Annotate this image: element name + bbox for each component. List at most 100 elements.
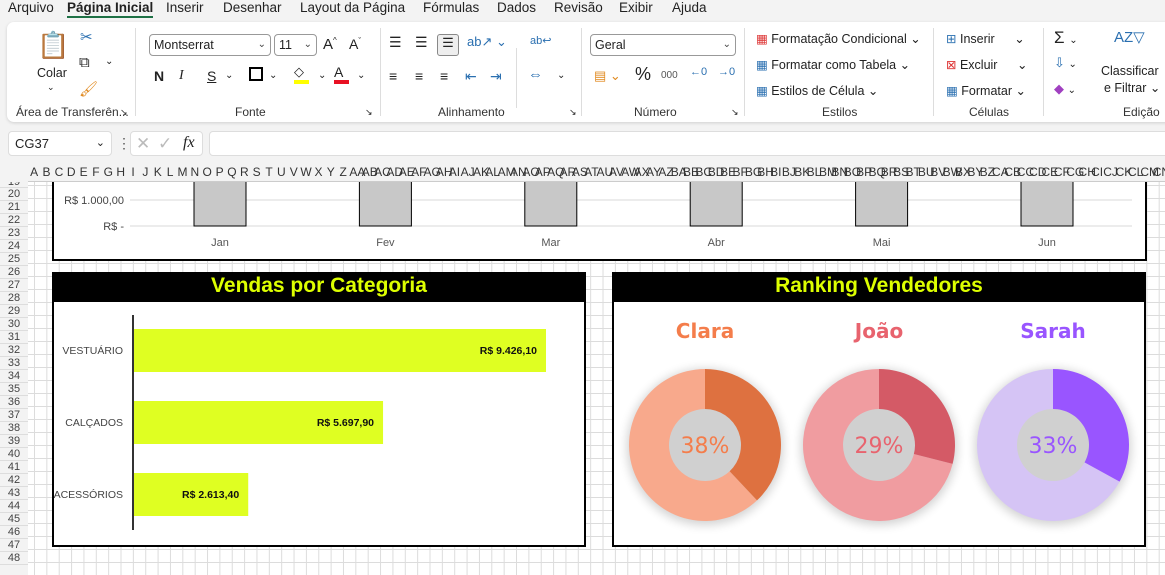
row-header[interactable]: 40 (0, 448, 28, 461)
column-header[interactable]: BF (732, 163, 747, 181)
align-left-icon[interactable]: ≡ (389, 68, 397, 84)
column-header[interactable]: CF (1054, 163, 1070, 181)
column-header[interactable]: Z (337, 163, 349, 181)
column-header[interactable]: AC (374, 163, 391, 181)
column-header[interactable]: B (40, 163, 52, 181)
column-header[interactable]: BS (893, 163, 909, 181)
column-header[interactable]: AJ (461, 163, 475, 181)
column-header[interactable]: BX (955, 163, 971, 181)
row-header[interactable]: 47 (0, 539, 28, 552)
shrink-font-icon[interactable]: Aˇ (349, 36, 361, 52)
fill-color-icon[interactable]: ◇ (294, 64, 309, 84)
column-header[interactable]: BE (720, 163, 736, 181)
column-header[interactable]: CK (1116, 163, 1133, 181)
merge-center-icon[interactable]: ⇔ (528, 66, 543, 83)
column-header[interactable]: BP (856, 163, 872, 181)
borders-icon[interactable] (249, 67, 263, 81)
italic-button[interactable]: I (179, 68, 184, 84)
paste-chevron-icon[interactable]: ⌄ (47, 82, 55, 93)
column-header[interactable]: CN (1153, 163, 1165, 181)
align-top-icon[interactable]: ☰ (389, 34, 402, 51)
align-right-icon[interactable]: ≡ (440, 68, 448, 84)
dialog-launcher-icon[interactable]: ↘ (365, 107, 373, 118)
column-header[interactable]: AU (597, 163, 614, 181)
column-header[interactable]: CG (1066, 163, 1084, 181)
borders-chevron-icon[interactable]: ⌄ (269, 70, 277, 81)
decrease-indent-icon[interactable]: ⇤ (465, 68, 477, 85)
paste-button[interactable]: Colar (37, 66, 67, 80)
menu-tab-8[interactable]: Exibir (619, 0, 653, 16)
row-header[interactable]: 23 (0, 227, 28, 240)
underline-chevron-icon[interactable]: ⌄ (225, 70, 233, 81)
column-header[interactable]: AA (349, 163, 365, 181)
column-header[interactable]: BD (708, 163, 725, 181)
column-header[interactable]: BR (881, 163, 898, 181)
row-header[interactable]: 42 (0, 474, 28, 487)
column-header[interactable]: AQ (547, 163, 564, 181)
name-box[interactable]: CG37 ⌄ (8, 131, 112, 156)
row-header[interactable]: 38 (0, 422, 28, 435)
row-header[interactable]: 33 (0, 357, 28, 370)
column-header[interactable]: CH (1079, 163, 1096, 181)
row-header[interactable]: 22 (0, 214, 28, 227)
row-header[interactable]: 27 (0, 279, 28, 292)
font-name-select[interactable]: Montserrat ⌄ (149, 34, 271, 56)
column-header[interactable]: AG (424, 163, 441, 181)
row-header[interactable]: 26 (0, 266, 28, 279)
column-header[interactable]: AK (473, 163, 489, 181)
fill-icon[interactable]: ⇩ ⌄ (1054, 55, 1077, 71)
row-header[interactable]: 21 (0, 201, 28, 214)
menu-tab-4[interactable]: Layout da Página (300, 0, 405, 16)
menu-tab-7[interactable]: Revisão (554, 0, 603, 16)
column-header[interactable]: AX (634, 163, 650, 181)
format-cells-button[interactable]: ▦ Formatar ⌄ (946, 83, 1026, 98)
column-header[interactable]: O (201, 163, 213, 181)
column-header[interactable]: D (65, 163, 77, 181)
column-header[interactable]: CE (1041, 163, 1058, 181)
column-header[interactable]: F (90, 163, 102, 181)
row-header[interactable]: 44 (0, 500, 28, 513)
number-format-select[interactable]: Geral ⌄ (590, 34, 736, 56)
column-header[interactable]: AL (485, 163, 500, 181)
column-header[interactable]: AB (362, 163, 378, 181)
align-center-icon[interactable]: ≡ (415, 68, 423, 84)
column-header[interactable]: BB (683, 163, 699, 181)
column-header[interactable]: V (288, 163, 300, 181)
sort-filter-button-line2[interactable]: e Filtrar ⌄ (1104, 80, 1160, 95)
column-header[interactable]: AN (510, 163, 527, 181)
column-header[interactable]: BW (943, 163, 962, 181)
row-header[interactable]: 48 (0, 552, 28, 565)
sort-filter-button[interactable]: Classificar (1101, 64, 1159, 78)
column-header[interactable]: U (275, 163, 287, 181)
cell-styles-button[interactable]: ▦ Estilos de Célula ⌄ (756, 83, 878, 98)
merge-chevron-icon[interactable]: ⌄ (557, 70, 565, 81)
menu-tab-3[interactable]: Desenhar (223, 0, 282, 16)
row-header[interactable]: 35 (0, 383, 28, 396)
select-all-corner[interactable] (0, 163, 28, 182)
column-header[interactable]: BZ (980, 163, 995, 181)
menu-tab-1[interactable]: Página Inicial (67, 0, 154, 18)
column-header[interactable]: K (152, 163, 164, 181)
column-header[interactable]: BG (745, 163, 762, 181)
column-header[interactable]: AO (522, 163, 539, 181)
column-header[interactable]: AS (572, 163, 588, 181)
row-header[interactable]: 31 (0, 331, 28, 344)
align-bottom-icon[interactable]: ☰ (437, 34, 459, 56)
copy-chevron-icon[interactable]: ⌄ (105, 56, 113, 67)
row-header[interactable]: 46 (0, 526, 28, 539)
underline-button[interactable]: S (207, 68, 216, 84)
column-header[interactable]: CD (1029, 163, 1046, 181)
column-header[interactable]: BA (671, 163, 687, 181)
column-header[interactable]: CM (1140, 163, 1159, 181)
row-header[interactable]: 20 (0, 188, 28, 201)
autosum-icon[interactable]: Σ ⌄ (1054, 28, 1078, 48)
monthly-sales-chart[interactable]: R$ 1.000,00 R$ - Jan Fev Mar Abr Mai Jun (52, 182, 1147, 261)
font-size-select[interactable]: 11 ⌄ (274, 34, 317, 56)
column-header[interactable]: AP (535, 163, 551, 181)
menu-tab-6[interactable]: Dados (497, 0, 536, 16)
row-header[interactable]: 24 (0, 240, 28, 253)
paste-icon[interactable]: 📋 (37, 30, 69, 61)
row-header[interactable]: 28 (0, 292, 28, 305)
column-header[interactable]: L (164, 163, 176, 181)
column-header[interactable]: W (300, 163, 312, 181)
